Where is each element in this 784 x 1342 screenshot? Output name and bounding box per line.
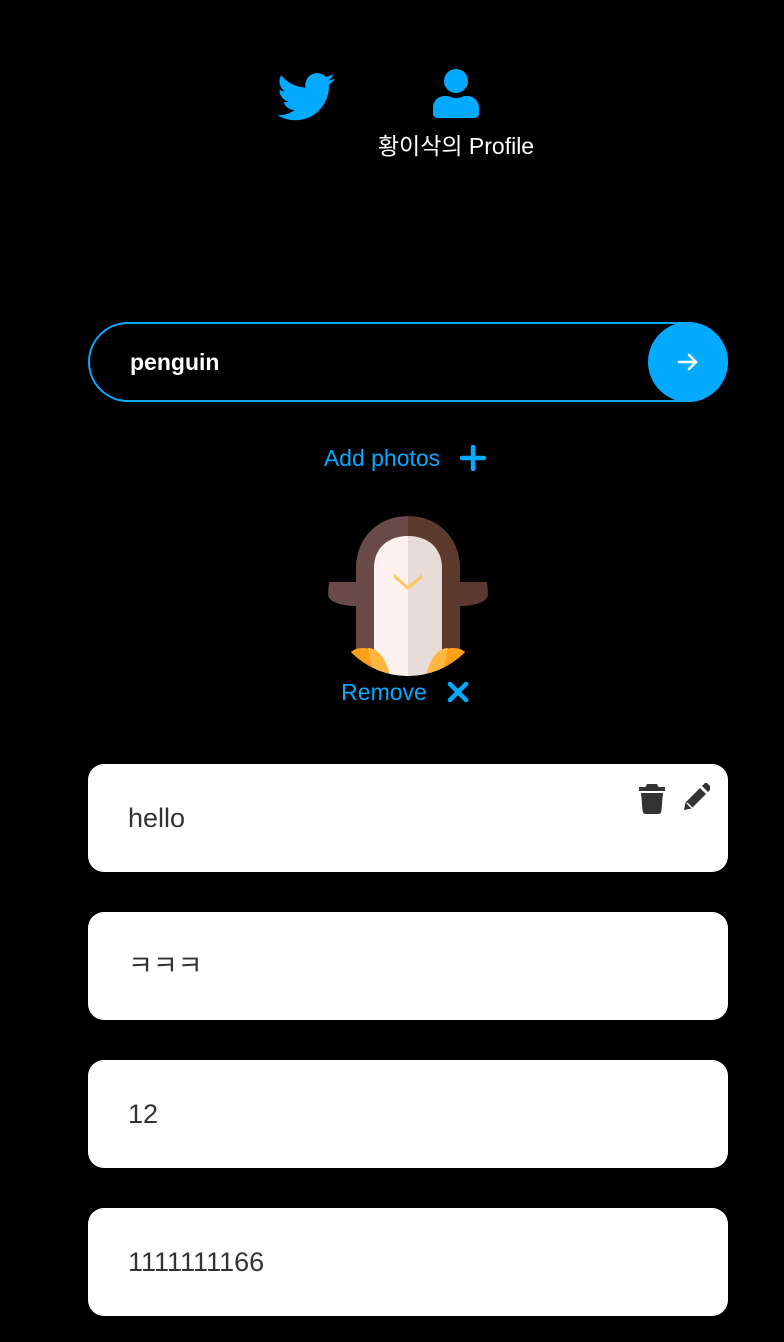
submit-tweet-button[interactable]	[648, 322, 728, 402]
user-icon	[433, 69, 479, 118]
tweet-text: 1111111166	[128, 1247, 265, 1277]
add-photos-button[interactable]: Add photos	[324, 438, 440, 478]
tweet-card: ㅋㅋㅋ	[88, 912, 728, 1020]
trash-icon[interactable]	[638, 782, 666, 814]
remove-attachment-button[interactable]: Remove	[341, 672, 427, 712]
arrow-right-icon	[677, 353, 698, 371]
tweet-form	[88, 322, 728, 402]
tweet-text: 12	[128, 1099, 159, 1129]
tweet-card: 1111111166	[88, 1208, 728, 1316]
twitter-bird-icon	[277, 73, 336, 121]
top-navigation: 황이삭의 Profile	[0, 0, 784, 180]
page: 황이삭의 Profile Add photos	[0, 0, 784, 1342]
add-photos-row: Add photos	[0, 438, 784, 478]
tweet-list: hello ㅋㅋㅋ 12 1111111166	[88, 764, 728, 1342]
profile-link[interactable]: 황이삭의 Profile	[366, 68, 546, 160]
x-icon[interactable]	[447, 681, 469, 703]
plus-icon[interactable]	[460, 445, 487, 471]
penguin-image	[328, 516, 488, 676]
tweet-text: ㅋㅋㅋ	[128, 951, 203, 981]
attachment-preview	[328, 516, 488, 676]
profile-label: 황이삭의 Profile	[377, 133, 535, 159]
remove-attachment-row: Remove	[0, 672, 784, 712]
tweet-actions	[638, 782, 710, 814]
tweet-card: hello	[88, 764, 728, 872]
tweet-input[interactable]	[88, 322, 728, 402]
tweet-card: 12	[88, 1060, 728, 1168]
tweet-text: hello	[128, 803, 186, 833]
home-link[interactable]	[277, 72, 336, 122]
pencil-icon[interactable]	[682, 782, 710, 814]
